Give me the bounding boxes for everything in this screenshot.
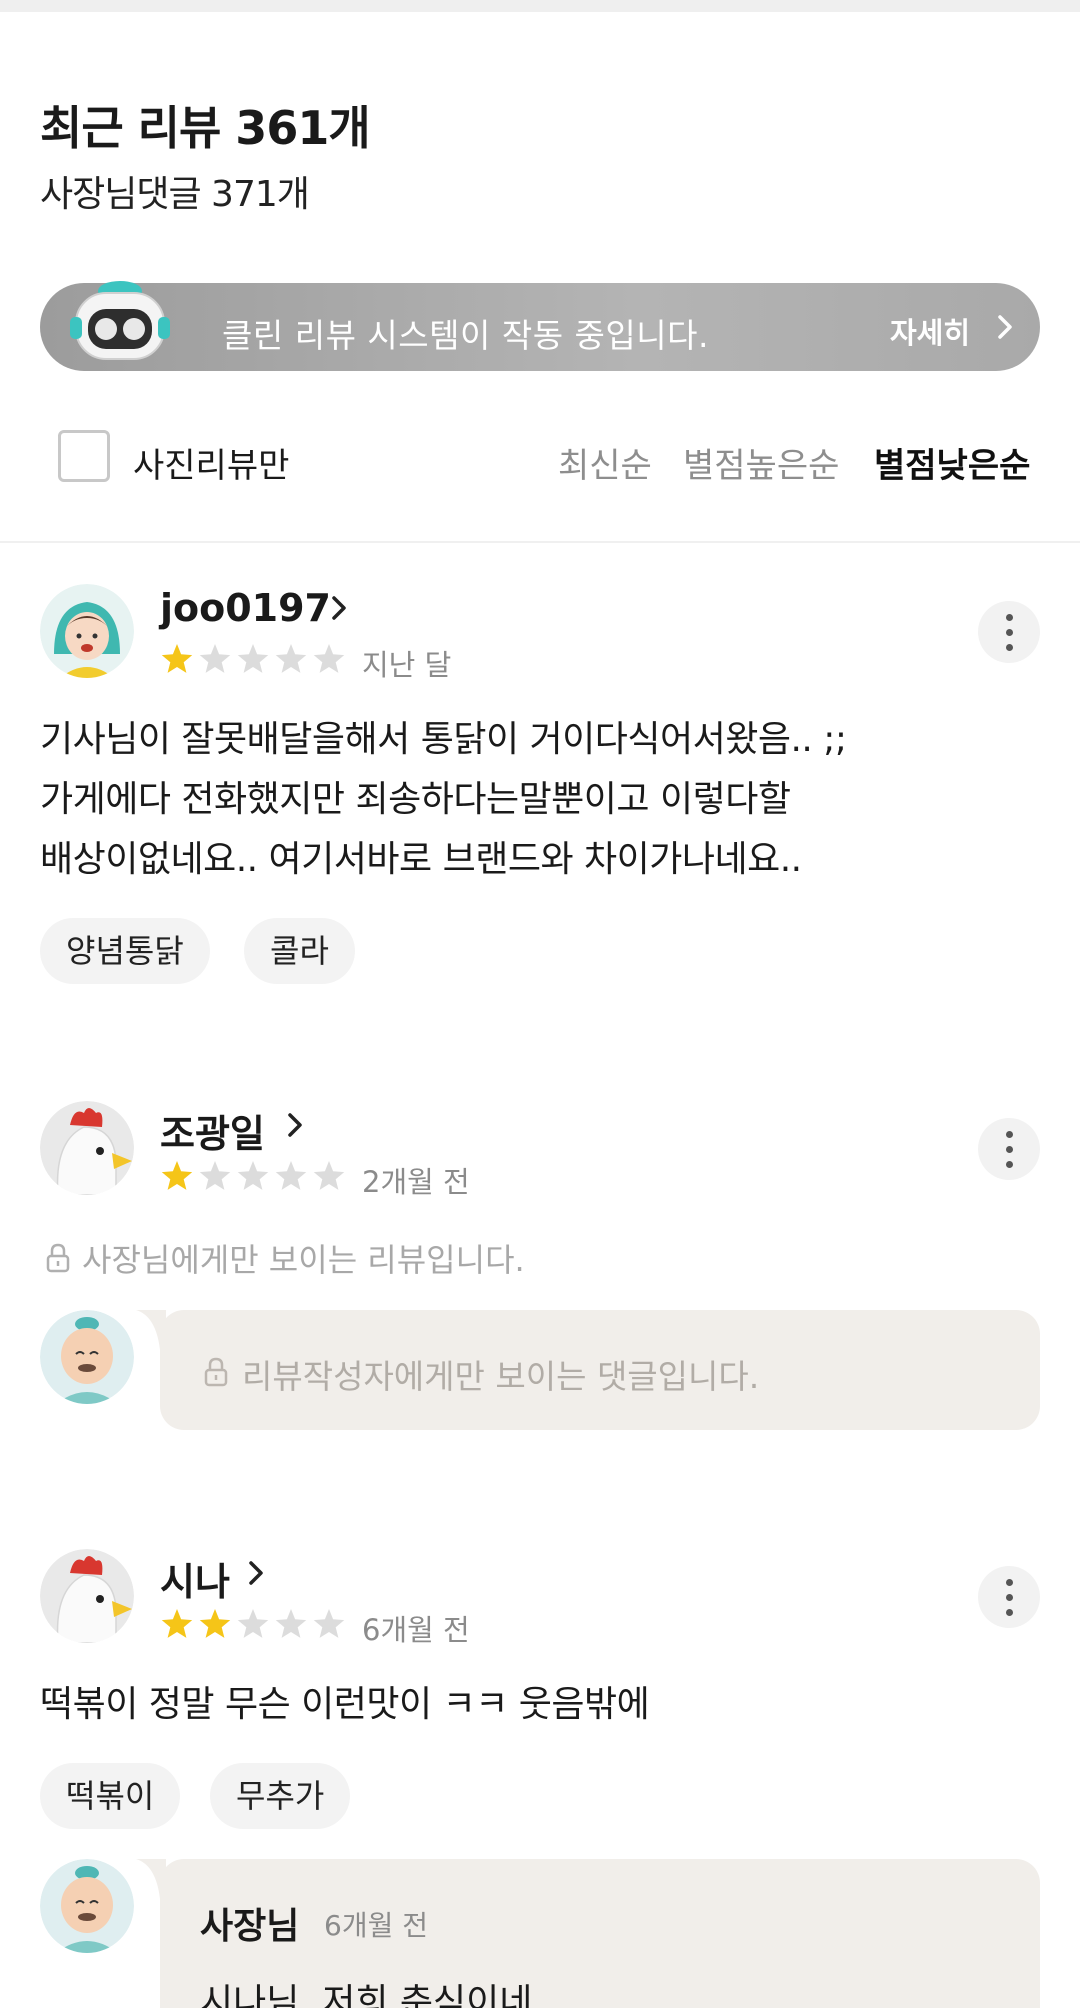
dot-icon bbox=[1006, 1146, 1013, 1153]
owner-reply-bubble: 리뷰작성자에게만 보이는 댓글입니다. bbox=[160, 1310, 1040, 1430]
stars-svg bbox=[161, 1609, 345, 1638]
star-empty-icon bbox=[275, 1161, 307, 1190]
owner-avatar bbox=[40, 1310, 134, 1404]
photo-review-label[interactable]: 사진리뷰만 bbox=[133, 438, 289, 487]
photo-review-checkbox[interactable] bbox=[58, 430, 110, 482]
star-empty-icon bbox=[199, 644, 231, 673]
sort-rating-high[interactable]: 별점높은순 bbox=[683, 438, 839, 487]
star-empty-icon bbox=[313, 644, 345, 673]
review-date: 6개월 전 bbox=[362, 1613, 470, 1647]
dot-icon bbox=[1006, 614, 1013, 621]
banner-message: 클린 리뷰 시스템이 작동 중입니다. bbox=[222, 316, 709, 355]
private-reply-notice: 리뷰작성자에게만 보이는 댓글입니다. bbox=[242, 1357, 760, 1396]
review-text: 떡볶이 정말 무슨 이런맛이 ㅋㅋ 웃음밖에 bbox=[40, 1684, 650, 1725]
stars-svg bbox=[161, 1161, 345, 1190]
star-filled-icon bbox=[161, 1609, 193, 1638]
top-edge bbox=[0, 0, 1080, 12]
more-options-button[interactable] bbox=[978, 1566, 1040, 1628]
dot-icon bbox=[1006, 1609, 1013, 1616]
lock-icon bbox=[46, 1243, 70, 1273]
stars-svg bbox=[161, 644, 345, 673]
review-text-line: 배상이없네요.. 여기서바로 브랜드와 차이가나네요.. bbox=[40, 839, 802, 880]
review-username[interactable]: 시나 bbox=[160, 1551, 230, 1606]
dot-icon bbox=[1006, 1579, 1013, 1586]
star-filled-icon bbox=[199, 1609, 231, 1638]
owner-reply-date: 6개월 전 bbox=[324, 1909, 428, 1942]
review-count-title: 최근 리뷰 361개 bbox=[40, 101, 371, 155]
star-filled-icon bbox=[161, 644, 193, 673]
review-text: 기사님이 잘못배달을해서 통닭이 거이다식어서왔음.. ;; 가게에다 전화했지… bbox=[40, 710, 847, 890]
owner-reply-bubble: 사장님 6개월 전 시나님, 저희 춘식이네 bbox=[160, 1859, 1040, 2008]
star-rating bbox=[160, 1159, 346, 1193]
dot-icon bbox=[1006, 1594, 1013, 1601]
menu-tag[interactable]: 콜라 bbox=[244, 918, 355, 984]
owner-avatar bbox=[40, 1859, 134, 1953]
dot-icon bbox=[1006, 644, 1013, 651]
dot-icon bbox=[1006, 1161, 1013, 1168]
user-avatar[interactable] bbox=[40, 1101, 134, 1195]
star-empty-icon bbox=[237, 1609, 269, 1638]
star-empty-icon bbox=[275, 644, 307, 673]
divider bbox=[0, 541, 1080, 543]
star-empty-icon bbox=[199, 1161, 231, 1190]
chevron-right-icon bbox=[332, 596, 346, 620]
user-avatar[interactable] bbox=[40, 1549, 134, 1643]
star-empty-icon bbox=[275, 1609, 307, 1638]
lock-icon bbox=[204, 1357, 228, 1387]
sort-latest[interactable]: 최신순 bbox=[558, 438, 652, 487]
owner-reply-count: 사장님댓글 371개 bbox=[40, 174, 310, 215]
chevron-right-icon bbox=[288, 1113, 302, 1137]
menu-tag[interactable]: 떡볶이 bbox=[40, 1763, 181, 1829]
star-empty-icon bbox=[237, 1161, 269, 1190]
star-empty-icon bbox=[313, 1161, 345, 1190]
more-options-button[interactable] bbox=[978, 601, 1040, 663]
menu-tag[interactable]: 무추가 bbox=[210, 1763, 351, 1829]
dot-icon bbox=[1006, 1131, 1013, 1138]
star-rating bbox=[160, 1607, 346, 1641]
menu-tag[interactable]: 양념통닭 bbox=[40, 918, 210, 984]
review-text-line: 기사님이 잘못배달을해서 통닭이 거이다식어서왔음.. ;; bbox=[40, 719, 847, 760]
review-username[interactable]: 조광일 bbox=[160, 1103, 265, 1158]
owner-reply-name: 사장님 bbox=[200, 1906, 300, 1947]
star-rating bbox=[160, 642, 346, 676]
banner-more-link[interactable]: 자세히 bbox=[890, 310, 970, 352]
review-text-line: 가게에다 전화했지만 죄송하다는말뿐이고 이렇다할 bbox=[40, 779, 791, 820]
owner-reply-text: 시나님, 저희 춘식이네 bbox=[200, 1982, 533, 2008]
chevron-right-icon bbox=[998, 315, 1012, 339]
clean-review-banner[interactable]: 클린 리뷰 시스템이 작동 중입니다. 자세히 bbox=[40, 281, 1040, 371]
star-empty-icon bbox=[237, 644, 269, 673]
star-filled-icon bbox=[161, 1161, 193, 1190]
more-options-button[interactable] bbox=[978, 1118, 1040, 1180]
private-review-notice: 사장님에게만 보이는 리뷰입니다. bbox=[82, 1241, 525, 1279]
robot-icon bbox=[70, 281, 170, 360]
dot-icon bbox=[1006, 629, 1013, 636]
user-avatar[interactable] bbox=[40, 584, 134, 678]
sort-rating-low[interactable]: 별점낮은순 bbox=[874, 438, 1030, 487]
review-date: 2개월 전 bbox=[362, 1165, 470, 1199]
chevron-right-icon bbox=[249, 1561, 263, 1585]
review-date: 지난 달 bbox=[362, 648, 452, 682]
star-empty-icon bbox=[313, 1609, 345, 1638]
review-username[interactable]: joo0197 bbox=[160, 586, 331, 630]
